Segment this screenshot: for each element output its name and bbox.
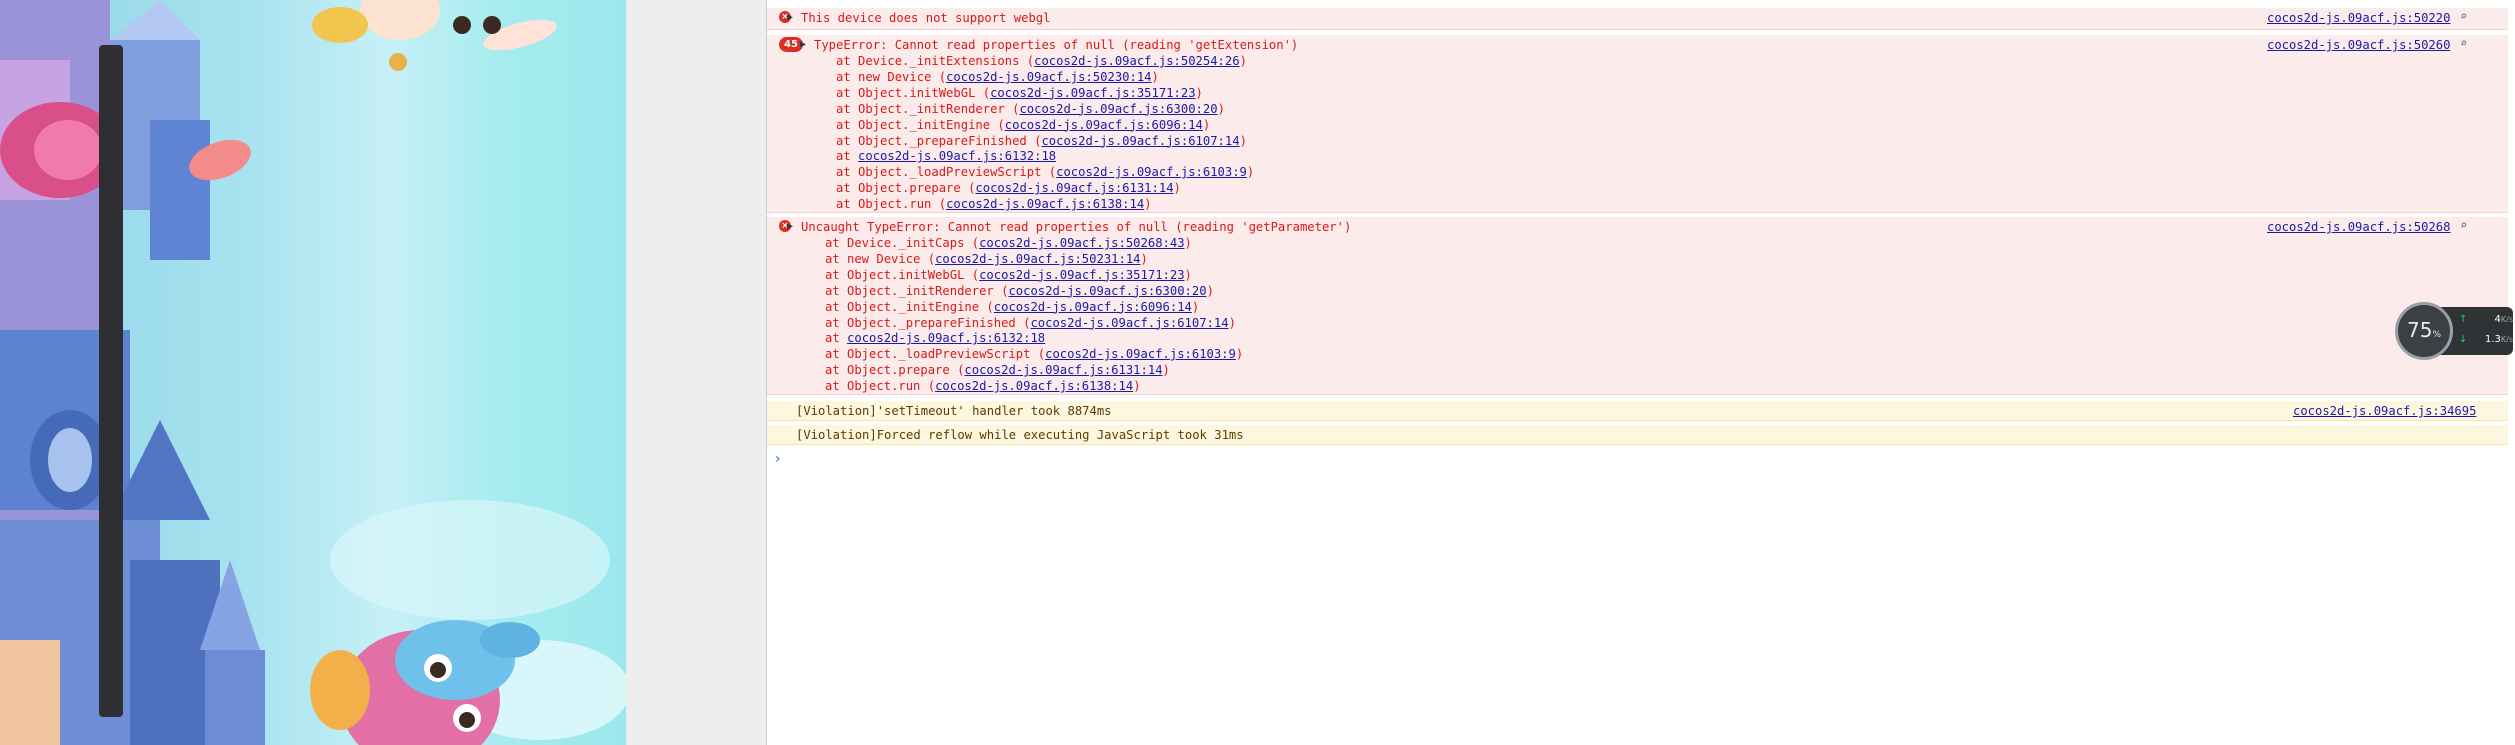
expand-triangle-icon[interactable]: ▶: [787, 219, 793, 235]
stack-frame-link[interactable]: cocos2d-js.09acf.js:6107:14: [1030, 316, 1228, 330]
stack-frame-link[interactable]: cocos2d-js.09acf.js:35171:23: [990, 86, 1195, 100]
console-message-text: [Violation]Forced reflow while executing…: [796, 428, 1244, 442]
stack-frame-link[interactable]: cocos2d-js.09acf.js:6132:18: [858, 149, 1056, 163]
stack-frame-link[interactable]: cocos2d-js.09acf.js:6138:14: [946, 197, 1144, 211]
console-warning-message[interactable]: [Violation]'setTimeout' handler took 887…: [767, 401, 2508, 421]
upload-arrow-icon: ↑: [2459, 314, 2468, 325]
chevron-right-icon[interactable]: ›: [775, 451, 781, 467]
download-arrow-icon: ↓: [2459, 334, 2468, 345]
console-error-message[interactable]: × ▶ Uncaught TypeError: Cannot read proper…: [767, 217, 2508, 395]
stack-frame: at Object.prepare (cocos2d-js.09acf.js:6…: [825, 363, 1170, 378]
stack-frame-link[interactable]: cocos2d-js.09acf.js:6300:20: [1008, 284, 1206, 298]
stack-frame-link[interactable]: cocos2d-js.09acf.js:6138:14: [935, 379, 1133, 393]
source-link[interactable]: cocos2d-js.09acf.js:50268: [2267, 219, 2450, 235]
viewport-gutter: [626, 0, 766, 745]
stack-frame-link[interactable]: cocos2d-js.09acf.js:6096:14: [1005, 118, 1203, 132]
stack-frame: at Object.run (cocos2d-js.09acf.js:6138:…: [836, 197, 1152, 212]
network-usage-percent: 75%: [2406, 318, 2441, 342]
console-error-message[interactable]: × ▶ This device does not support webgl coco…: [767, 8, 2508, 30]
stack-frame: at cocos2d-js.09acf.js:6132:18: [836, 149, 1057, 164]
stack-frame: at Object.run (cocos2d-js.09acf.js:6138:…: [825, 379, 1141, 394]
console-error-message[interactable]: 45 ▶ TypeError: Cannot read properties of …: [767, 35, 2508, 213]
stack-frame-link[interactable]: cocos2d-js.09acf.js:6103:9: [1045, 347, 1236, 361]
source-link[interactable]: cocos2d-js.09acf.js:50260: [2267, 37, 2450, 53]
expand-triangle-icon[interactable]: ▶: [787, 10, 793, 26]
stack-frame-link[interactable]: cocos2d-js.09acf.js:35171:23: [979, 268, 1184, 282]
stack-frame: at Object.initWebGL (cocos2d-js.09acf.js…: [836, 85, 1203, 100]
stack-frame-link[interactable]: cocos2d-js.09acf.js:50231:14: [935, 252, 1140, 266]
stack-frame: at Object._prepareFinished (cocos2d-js.0…: [836, 133, 1247, 148]
stack-frame: at Object.initWebGL (cocos2d-js.09acf.js…: [825, 267, 1192, 282]
stack-frame: at Object._loadPreviewScript (cocos2d-js…: [836, 165, 1255, 180]
console-message-text: Uncaught TypeError: Cannot read properti…: [801, 220, 1352, 234]
network-speed-widget[interactable]: 75% ↑ 4K/s ↓ 1.3K/s: [2395, 302, 2513, 360]
stack-frame: at Object._prepareFinished (cocos2d-js.0…: [825, 315, 1236, 330]
expand-triangle-icon[interactable]: ▶: [800, 37, 806, 53]
stack-frame: at new Device (cocos2d-js.09acf.js:50231…: [825, 251, 1148, 266]
search-icon[interactable]: ⌕: [2460, 217, 2467, 233]
game-canvas[interactable]: [0, 0, 626, 745]
stack-frame: at Object._initEngine (cocos2d-js.09acf.…: [836, 117, 1211, 132]
stack-frame: at Device._initCaps (cocos2d-js.09acf.js…: [825, 236, 1192, 250]
stack-frame: at Object._initEngine (cocos2d-js.09acf.…: [825, 299, 1200, 314]
stack-frame-link[interactable]: cocos2d-js.09acf.js:6107:14: [1041, 134, 1239, 148]
search-icon[interactable]: ⌕: [2460, 35, 2467, 51]
console-message-text: TypeError: Cannot read properties of nul…: [814, 38, 1299, 52]
stack-frame: at Object.prepare (cocos2d-js.09acf.js:6…: [836, 181, 1181, 196]
stack-frame: at new Device (cocos2d-js.09acf.js:50230…: [836, 69, 1159, 84]
source-link[interactable]: cocos2d-js.09acf.js:34695: [2293, 403, 2476, 419]
upload-speed: ↑ 4K/s: [2459, 314, 2513, 325]
stack-frame-link[interactable]: cocos2d-js.09acf.js:50230:14: [946, 70, 1151, 84]
source-link[interactable]: cocos2d-js.09acf.js:50220: [2267, 10, 2450, 26]
console-warning-message[interactable]: [Violation]Forced reflow while executing…: [767, 425, 2508, 445]
stack-frame-link[interactable]: cocos2d-js.09acf.js:6300:20: [1019, 102, 1217, 116]
stack-frame: at Object._loadPreviewScript (cocos2d-js…: [825, 347, 1244, 362]
stack-frame-link[interactable]: cocos2d-js.09acf.js:6131:14: [975, 181, 1173, 195]
stack-frame-link[interactable]: cocos2d-js.09acf.js:50254:26: [1034, 54, 1239, 68]
stack-frame: at Object._initRenderer (cocos2d-js.09ac…: [825, 283, 1214, 298]
stack-frame-link[interactable]: cocos2d-js.09acf.js:6103:9: [1056, 165, 1247, 179]
stack-frame: at Object._initRenderer (cocos2d-js.09ac…: [836, 101, 1225, 116]
console-message-text: [Violation]'setTimeout' handler took 887…: [796, 404, 1112, 418]
game-background-art: [0, 0, 626, 745]
search-icon[interactable]: ⌕: [2460, 8, 2467, 24]
game-side-bar: [99, 45, 123, 717]
console-message-text: This device does not support webgl: [801, 11, 1051, 25]
stack-frame: at Device._initExtensions (cocos2d-js.09…: [836, 54, 1247, 68]
stack-frame: at cocos2d-js.09acf.js:6132:18: [825, 331, 1046, 346]
stack-frame-link[interactable]: cocos2d-js.09acf.js:6132:18: [847, 331, 1045, 345]
download-speed: ↓ 1.3K/s: [2459, 334, 2513, 345]
devtools-console[interactable]: × ▶ This device does not support webgl coco…: [767, 0, 2515, 745]
stack-frame-link[interactable]: cocos2d-js.09acf.js:6131:14: [964, 363, 1162, 377]
stack-frame-link[interactable]: cocos2d-js.09acf.js:50268:43: [979, 236, 1184, 250]
stack-frame-link[interactable]: cocos2d-js.09acf.js:6096:14: [994, 300, 1192, 314]
